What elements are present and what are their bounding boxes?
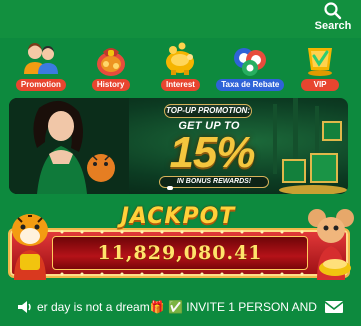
menu-item-vip[interactable]: VIP [288, 40, 352, 96]
menu-item-promotion[interactable]: Promotion [9, 40, 73, 96]
piggy-bank-icon [166, 42, 195, 75]
promo-banner[interactable]: TOP-UP PROMOTION: GET UP TO 15% IN BONUS… [9, 98, 348, 194]
search-icon [324, 2, 342, 20]
menu-label-history: History [91, 79, 130, 91]
menu-label-vip: VIP [301, 79, 340, 91]
promo-top-label: TOP-UP PROMOTION: [164, 104, 252, 118]
menu-label-rebate: Taxa de Rebate [216, 79, 285, 91]
ticker-text: er day is not a dream🎁 ✅ INVITE 1 PERSON… [37, 300, 317, 314]
menu-label-interest: Interest [161, 79, 200, 91]
jackpot-section: 11,829,080.41 JACKPOT [0, 200, 361, 286]
gift-bag-icon [96, 48, 125, 76]
mail-icon[interactable] [324, 299, 344, 315]
jackpot-title: JACKPOT [120, 204, 236, 229]
vip-crown-icon [308, 48, 333, 76]
promo-model-image [9, 98, 129, 194]
menu-label-promotion: Promotion [15, 79, 66, 91]
jackpot-value: 11,829,080.41 [97, 242, 263, 264]
quick-menu: Promotion History Interest Taxa de Rebat… [0, 40, 361, 96]
search-button[interactable]: Search [311, 2, 355, 32]
gift-boxes-decoration [273, 98, 347, 194]
menu-item-rebate[interactable]: Taxa de Rebate [216, 40, 285, 96]
tiger-mascot-icon [12, 214, 48, 280]
people-icon [23, 43, 58, 74]
mouse-mascot-icon [308, 209, 354, 280]
menu-item-interest[interactable]: Interest [148, 40, 212, 96]
speaker-icon [18, 301, 31, 313]
carousel-indicator[interactable] [167, 186, 173, 190]
announcement-ticker[interactable]: er day is not a dream🎁 ✅ INVITE 1 PERSON… [0, 292, 361, 320]
menu-item-history[interactable]: History [79, 40, 143, 96]
top-bar: Search [0, 0, 361, 38]
search-label: Search [314, 20, 352, 32]
chips-icon [234, 48, 267, 76]
